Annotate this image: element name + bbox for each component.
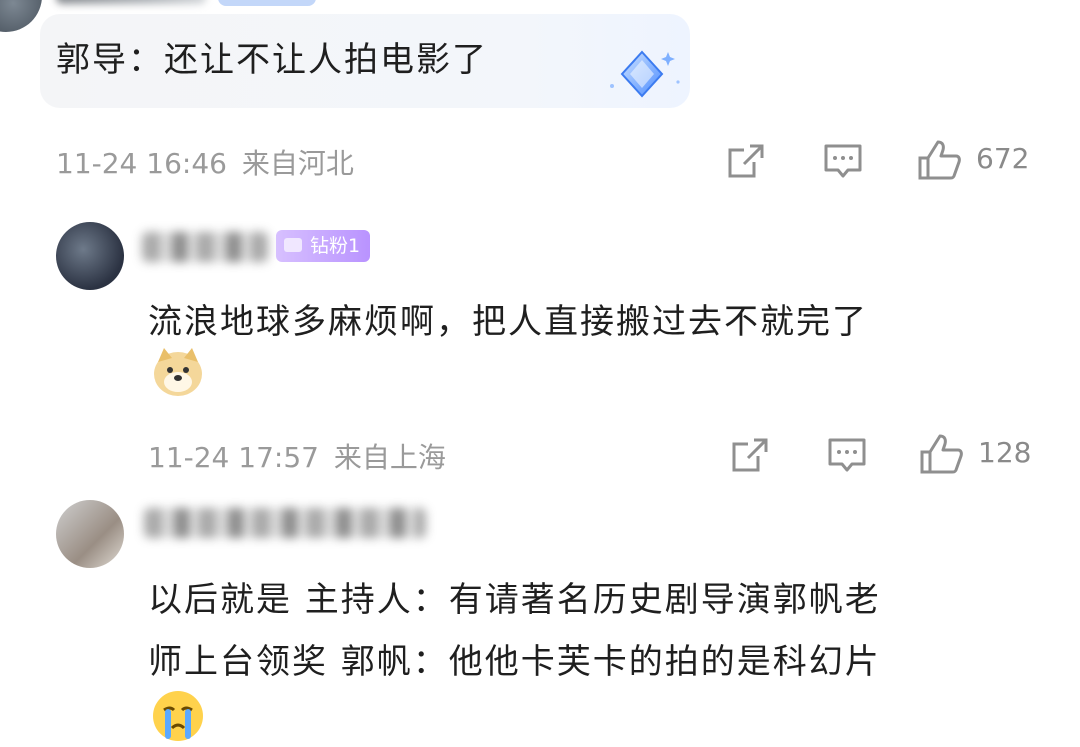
share-icon[interactable] [730, 436, 770, 474]
comment-text: 流浪地球多麻烦啊，把人直接搬过去不就完了 [148, 302, 868, 342]
like-count: 672 [976, 142, 1030, 175]
avatar[interactable] [0, 0, 42, 32]
time-text: 11-24 17:57 [148, 441, 319, 474]
location-text: 来自河北 [241, 147, 354, 180]
avatar[interactable] [56, 222, 124, 290]
reply-text: 郭导：还让不让人拍电影了 [56, 40, 488, 80]
badge-label: 钻粉1 [310, 235, 361, 257]
user-badge [218, 0, 316, 6]
comment-text-line-1: 以后就是 主持人：有请著名历史剧导演郭帆老 [148, 580, 881, 620]
blurred-username[interactable] [142, 232, 268, 262]
blurred-username[interactable] [144, 508, 426, 538]
like-icon[interactable] [918, 432, 964, 476]
timestamp: 11-24 17:57 来自上海 [148, 436, 446, 476]
like-icon[interactable] [916, 138, 962, 182]
timestamp: 11-24 16:46 来自河北 [56, 142, 354, 182]
diamond-decoration-icon [610, 50, 680, 98]
gem-icon [284, 238, 302, 252]
avatar[interactable] [56, 500, 124, 568]
like-count: 128 [978, 436, 1032, 469]
fan-badge: 钻粉1 [276, 230, 371, 262]
time-text: 11-24 16:46 [56, 147, 227, 180]
location-text: 来自上海 [333, 441, 446, 474]
share-icon[interactable] [726, 142, 766, 180]
comment-text-line-2: 师上台领奖 郭帆：他他卡芙卡的拍的是科幻片 [148, 642, 881, 682]
comment-icon[interactable] [822, 142, 864, 180]
comment-icon[interactable] [826, 436, 868, 474]
blurred-username[interactable] [56, 0, 206, 4]
crying-emoji [153, 691, 203, 741]
doge-emoji [154, 348, 202, 396]
